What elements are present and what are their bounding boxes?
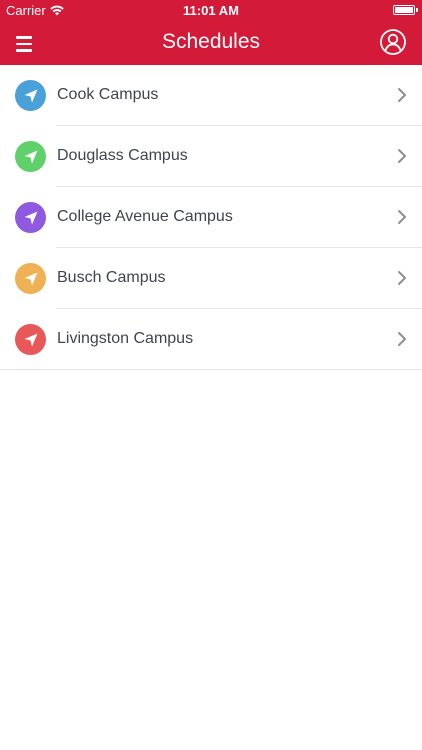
nav-bar: Schedules bbox=[0, 22, 422, 65]
page-title: Schedules bbox=[161, 30, 261, 53]
status-time: 11:01 AM bbox=[183, 3, 239, 18]
navigation-arrow-icon bbox=[15, 141, 46, 172]
campus-label: Douglass Campus bbox=[57, 147, 188, 164]
navigation-arrow-icon bbox=[15, 263, 46, 294]
navigation-arrow-icon bbox=[15, 80, 46, 111]
campus-label: College Avenue Campus bbox=[57, 208, 233, 225]
chevron-right-icon bbox=[398, 149, 406, 163]
campus-list-item[interactable]: Busch Campus bbox=[0, 248, 422, 309]
campus-list-item[interactable]: Douglass Campus bbox=[0, 126, 422, 187]
chevron-right-icon bbox=[398, 332, 406, 346]
campus-list-item[interactable]: Cook Campus bbox=[0, 65, 422, 126]
chevron-right-icon bbox=[398, 88, 406, 102]
schedules-screen: Carrier 11:01 AM Schedules Cook Campus D… bbox=[0, 0, 422, 750]
battery-icon bbox=[393, 5, 418, 15]
row-divider bbox=[0, 369, 422, 370]
navigation-arrow-icon bbox=[15, 202, 46, 233]
chevron-right-icon bbox=[398, 210, 406, 224]
app-header: Carrier 11:01 AM Schedules bbox=[0, 0, 422, 65]
campus-label: Busch Campus bbox=[57, 269, 166, 286]
battery-level bbox=[395, 7, 413, 13]
navigation-arrow-icon bbox=[15, 324, 46, 355]
campus-list: Cook Campus Douglass Campus College Aven… bbox=[0, 65, 422, 370]
status-bar: Carrier 11:01 AM bbox=[0, 0, 422, 22]
campus-label: Livingston Campus bbox=[57, 330, 194, 347]
campus-list-item[interactable]: College Avenue Campus bbox=[0, 187, 422, 248]
user-profile-icon[interactable] bbox=[380, 29, 406, 55]
campus-label: Cook Campus bbox=[57, 86, 159, 103]
campus-list-item[interactable]: Livingston Campus bbox=[0, 309, 422, 370]
chevron-right-icon bbox=[398, 271, 406, 285]
